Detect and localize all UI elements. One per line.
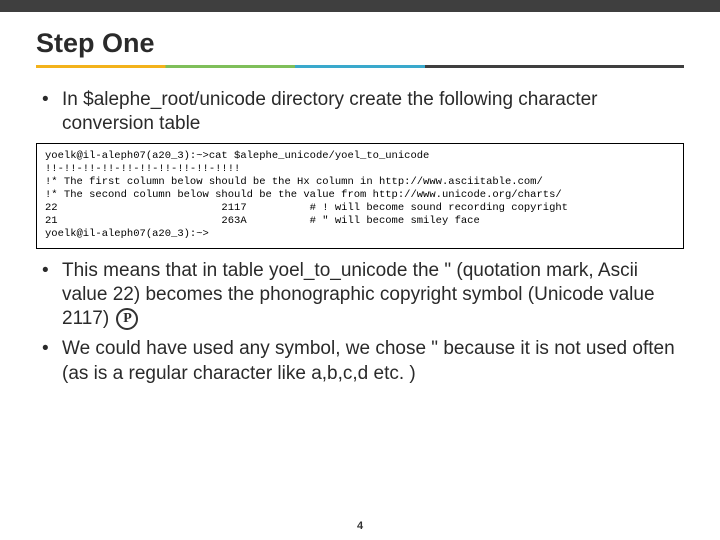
phonographic-copyright-icon: P (116, 308, 138, 330)
bullet-list-1: In $alephe_root/unicode directory create… (36, 88, 684, 137)
bullet-item: We could have used any symbol, we chose … (36, 337, 684, 386)
code-line: yoelk@il-aleph07(a20_3):~>cat $alephe_un… (45, 150, 429, 162)
code-line: !!-!!-!!-!!-!!-!!-!!-!!-!!-!!!! (45, 163, 240, 175)
slide-top-bar (0, 0, 720, 12)
bullet-list-2: This means that in table yoel_to_unicode… (36, 259, 684, 387)
code-line: 22 2117 # ! will become sound recording … (45, 202, 568, 214)
bullet-item: This means that in table yoel_to_unicode… (36, 259, 684, 332)
title-underline (36, 65, 684, 68)
code-block: yoelk@il-aleph07(a20_3):~>cat $alephe_un… (36, 143, 684, 249)
slide: Step One In $alephe_root/unicode directo… (0, 0, 720, 540)
code-line: 21 263A # " will become smiley face (45, 215, 480, 227)
bullet-item: In $alephe_root/unicode directory create… (36, 88, 684, 137)
bullet-text: This means that in table yoel_to_unicode… (62, 260, 655, 330)
title-area: Step One (30, 28, 690, 74)
slide-content: In $alephe_root/unicode directory create… (30, 74, 690, 386)
slide-title: Step One (36, 28, 684, 59)
code-line: yoelk@il-aleph07(a20_3):~> (45, 228, 209, 240)
code-line: !* The second column below should be the… (45, 189, 562, 201)
code-line: !* The first column below should be the … (45, 176, 543, 188)
page-number: 4 (0, 520, 720, 532)
